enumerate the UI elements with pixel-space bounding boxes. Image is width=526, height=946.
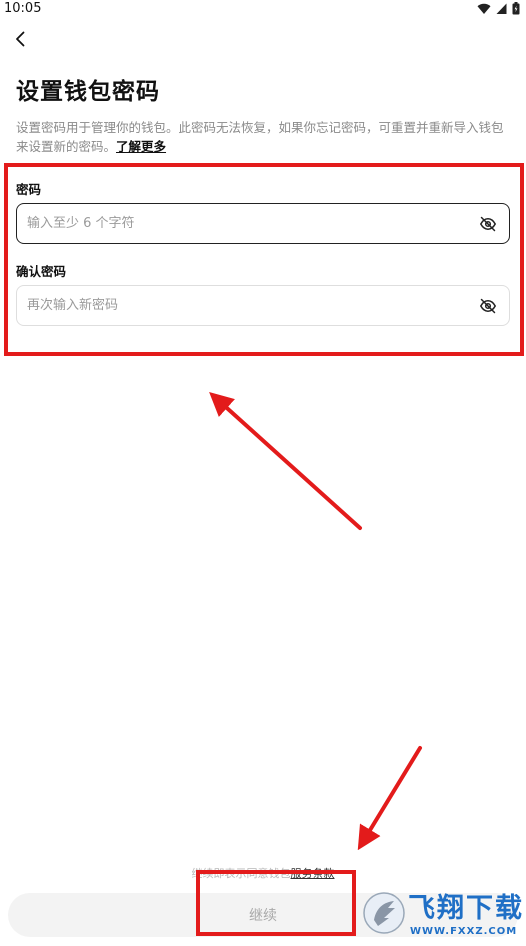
password-visibility-toggle[interactable] [479,215,497,233]
description-text: 设置密码用于管理你的钱包。此密码无法恢复，如果你忘记密码，可重置并重新导入钱包来… [16,120,504,154]
status-bar: 10:05 [0,0,526,18]
terms-notice: 继续即表示同意钱包服务条款 [0,865,526,881]
annotation-arrow-form [209,391,362,530]
confirm-password-label: 确认密码 [16,264,67,279]
password-label: 密码 [16,182,42,197]
back-button[interactable] [10,28,32,50]
page-title: 设置钱包密码 [16,79,160,105]
status-time: 10:05 [4,1,42,16]
back-arrow-icon [16,31,25,47]
watermark-logo: 飞翔下载 WWW.FXXZ.COM [360,884,526,944]
learn-more-link[interactable]: 了解更多 [116,139,166,154]
watermark-cn: 飞翔下载 [408,893,524,924]
terms-link[interactable]: 服务条款 [291,867,335,880]
terms-prefix: 继续即表示同意钱包 [191,867,291,880]
eye-off-icon [479,216,497,232]
watermark-emblem-icon [363,892,405,934]
annotation-arrow-button [357,746,422,851]
confirm-password-field[interactable] [16,285,510,326]
annotation-box-form [4,163,524,356]
confirm-password-input[interactable] [27,286,467,325]
password-field[interactable] [16,203,510,244]
eye-off-icon [479,298,497,314]
password-input[interactable] [27,204,467,243]
confirm-visibility-toggle[interactable] [479,297,497,315]
wifi-icon [477,3,491,14]
watermark-en: WWW.FXXZ.COM [410,926,518,937]
signal-icon [496,3,507,14]
battery-icon [512,2,520,15]
status-icons [477,2,520,15]
page-description: 设置密码用于管理你的钱包。此密码无法恢复，如果你忘记密码，可重置并重新导入钱包来… [16,118,510,156]
